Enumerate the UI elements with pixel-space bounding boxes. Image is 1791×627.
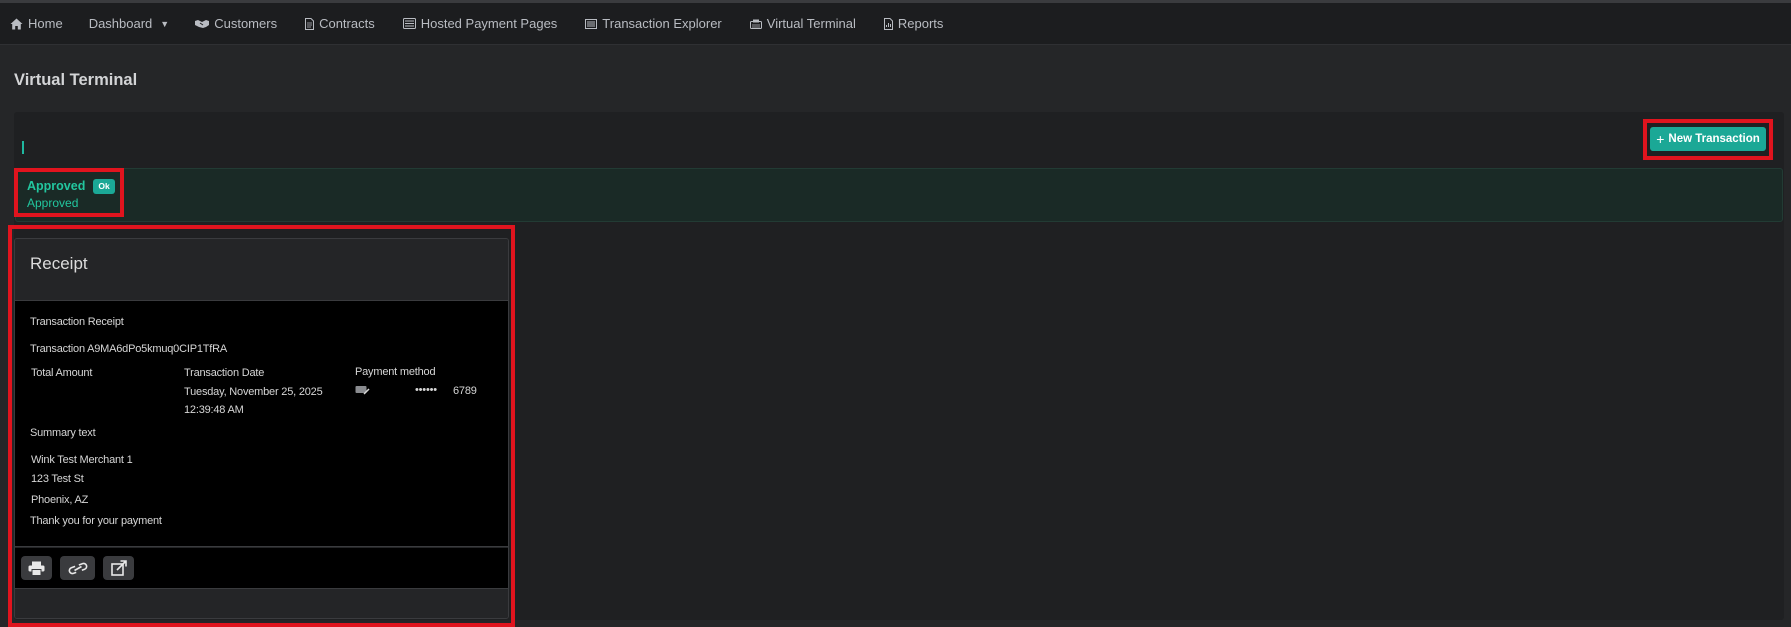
transaction-id: Transaction A9MA6dPo5kmuq0CIP1TfRA: [30, 343, 228, 355]
receipt-panel: Receipt Transaction Receipt Transaction …: [14, 238, 509, 619]
terminal-icon: [749, 19, 762, 29]
approved-alert: [15, 168, 1783, 222]
card-icon: [355, 386, 370, 395]
nav-transaction-explorer[interactable]: Transaction Explorer: [569, 3, 733, 45]
merchant-street: 123 Test St: [31, 473, 84, 485]
handshake-icon: [195, 19, 210, 28]
receipt-title: Receipt: [30, 254, 88, 273]
pages-icon: [402, 18, 416, 29]
nav-customers[interactable]: Customers: [181, 3, 289, 45]
chevron-down-icon: ▼: [160, 18, 170, 29]
total-amount-label: Total Amount: [31, 367, 93, 379]
receipt-header: Receipt: [15, 239, 508, 301]
document-icon: [305, 17, 315, 30]
nav-home-label: Home: [28, 16, 63, 31]
payment-method-label: Payment method: [355, 366, 436, 378]
accent-bar: [22, 141, 24, 154]
new-transaction-button[interactable]: + New Transaction: [1650, 127, 1766, 151]
new-transaction-label: New Transaction: [1668, 133, 1760, 145]
nav-hosted-payment-pages[interactable]: Hosted Payment Pages: [387, 3, 570, 45]
receipt-body: Transaction Receipt Transaction A9MA6dPo…: [15, 301, 508, 547]
status-badge: Ok: [93, 179, 115, 194]
merchant-city: Phoenix, AZ: [31, 494, 89, 506]
copy-link-button[interactable]: [60, 556, 95, 580]
nav-dashboard-label: Dashboard: [88, 16, 153, 31]
transaction-date-value: Tuesday, November 25, 2025: [184, 386, 323, 398]
list-icon: [585, 18, 598, 29]
plus-icon: +: [1656, 131, 1665, 147]
alert-header: Approved Ok: [27, 179, 115, 194]
thank-you-text: Thank you for your payment: [30, 515, 162, 527]
card-mask: ••••••: [415, 384, 437, 396]
nav-contracts[interactable]: Contracts: [289, 3, 387, 45]
nav-reports[interactable]: Reports: [868, 3, 956, 45]
nav-contracts-label: Contracts: [319, 16, 375, 31]
receipt-heading: Transaction Receipt: [30, 316, 124, 328]
card-last4: 6789: [453, 385, 477, 397]
transaction-time-value: 12:39:48 AM: [184, 404, 244, 416]
top-navbar: Home Dashboard ▼ Customers Contracts Hos…: [0, 3, 1791, 45]
nav-dashboard[interactable]: Dashboard ▼: [75, 3, 182, 45]
transaction-date-label: Transaction Date: [184, 367, 265, 379]
page-title: Virtual Terminal: [14, 71, 138, 89]
open-external-button[interactable]: [103, 556, 134, 580]
nav-virtual-terminal[interactable]: Virtual Terminal: [734, 3, 868, 45]
receipt-actions: [15, 548, 508, 589]
nav-virtual-terminal-label: Virtual Terminal: [766, 16, 856, 31]
receipt-footer: [15, 590, 508, 618]
print-icon: [28, 561, 45, 576]
external-link-icon: [110, 560, 127, 576]
nav-customers-label: Customers: [214, 16, 278, 31]
nav-transaction-explorer-label: Transaction Explorer: [602, 16, 722, 31]
nav-reports-label: Reports: [897, 16, 944, 31]
merchant-name: Wink Test Merchant 1: [31, 454, 133, 466]
summary-label: Summary text: [30, 427, 96, 439]
report-icon: [883, 17, 893, 30]
nav-hosted-payment-pages-label: Hosted Payment Pages: [420, 16, 558, 31]
nav-home[interactable]: Home: [0, 3, 75, 45]
alert-title: Approved: [27, 179, 86, 194]
link-icon: [68, 562, 87, 574]
print-button[interactable]: [21, 556, 52, 580]
alert-message: Approved: [27, 196, 79, 210]
home-icon: [10, 18, 23, 29]
